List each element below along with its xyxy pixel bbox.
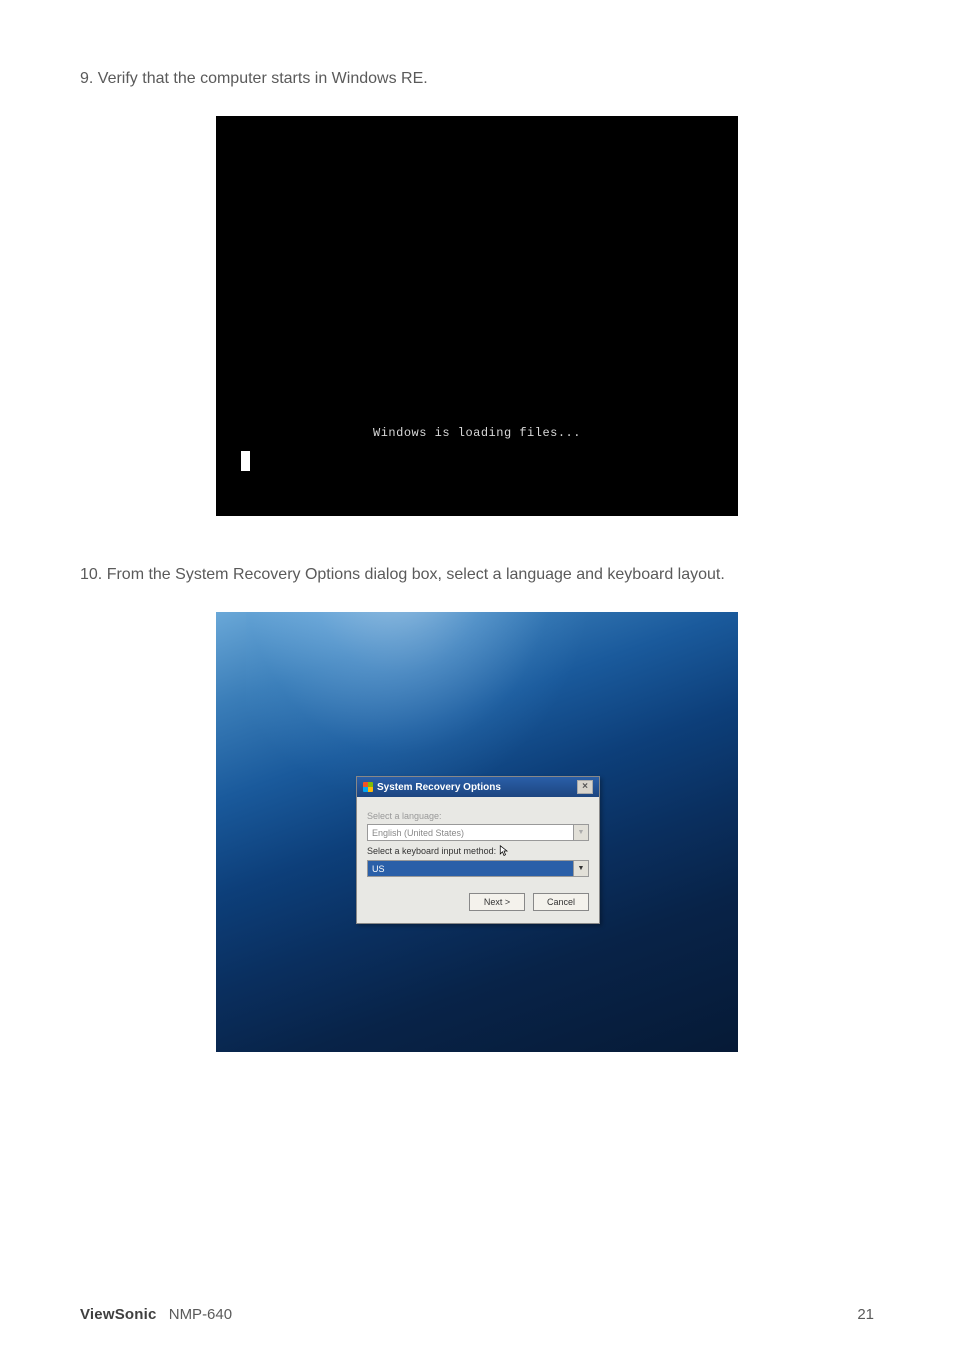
keyboard-label: Select a keyboard input method:: [367, 845, 589, 857]
dialog-body: Select a language: English (United State…: [357, 797, 599, 923]
loading-files-text: Windows is loading files...: [216, 426, 738, 440]
step-9-text: 9. Verify that the computer starts in Wi…: [80, 70, 874, 88]
dialog-title: System Recovery Options: [377, 782, 501, 793]
system-recovery-dialog: System Recovery Options × Select a langu…: [356, 776, 600, 924]
chevron-down-icon: ▼: [573, 825, 588, 840]
keyboard-select[interactable]: US ▼: [367, 860, 589, 877]
screenshot-windows-loading: Windows is loading files...: [216, 116, 738, 516]
step-10-text: 10. From the System Recovery Options dia…: [80, 566, 874, 584]
progress-bar: [241, 451, 713, 471]
keyboard-value: US: [372, 864, 385, 874]
cursor-icon: [499, 845, 509, 857]
next-button[interactable]: Next >: [469, 893, 525, 911]
model-name: NMP-640: [169, 1306, 232, 1323]
windows-icon: [363, 782, 373, 792]
progress-bar-fill: [250, 451, 713, 471]
screenshot-recovery-options: System Recovery Options × Select a langu…: [216, 612, 738, 1052]
close-button[interactable]: ×: [577, 780, 593, 794]
language-value: English (United States): [372, 828, 464, 838]
chevron-down-icon[interactable]: ▼: [573, 861, 588, 876]
dialog-titlebar: System Recovery Options ×: [357, 777, 599, 797]
page-number: 21: [857, 1306, 874, 1323]
brand-name: ViewSonic: [80, 1306, 157, 1323]
language-label: Select a language:: [367, 811, 589, 821]
language-select[interactable]: English (United States) ▼: [367, 824, 589, 841]
cancel-button[interactable]: Cancel: [533, 893, 589, 911]
page-footer: ViewSonic NMP-640 21: [80, 1306, 874, 1323]
